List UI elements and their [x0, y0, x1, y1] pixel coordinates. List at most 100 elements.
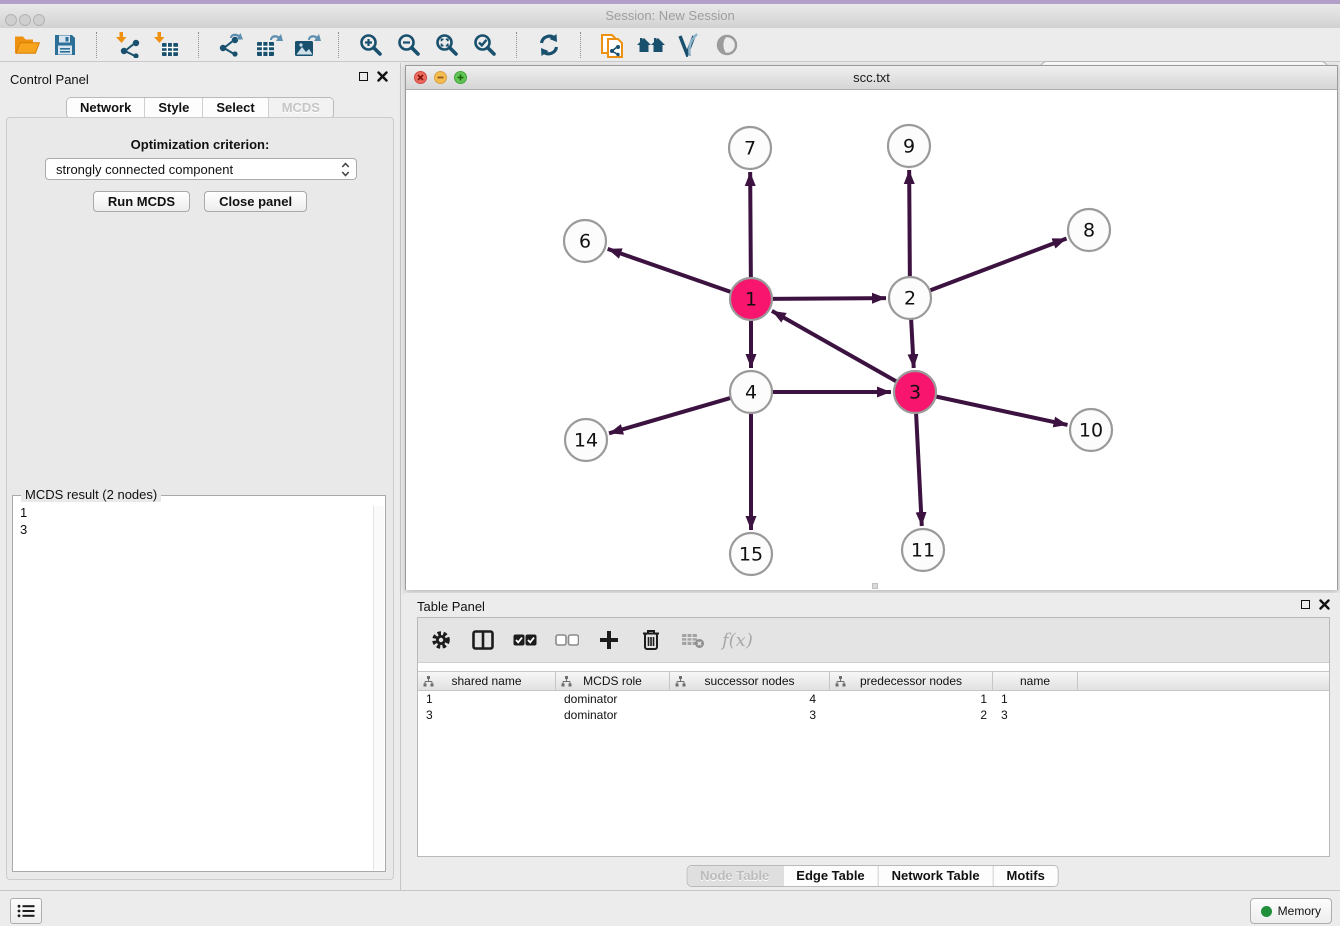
toolbar-separator — [96, 32, 98, 58]
cell-name[interactable]: 1 — [993, 691, 1078, 707]
close-panel-icon[interactable] — [377, 71, 388, 82]
control-panel-title: Control Panel — [10, 72, 89, 87]
tab-network-table[interactable]: Network Table — [878, 866, 993, 886]
export-table-icon[interactable] — [253, 30, 285, 60]
tab-network[interactable]: Network — [67, 98, 144, 118]
table-row[interactable]: 1dominator411 — [418, 691, 1329, 707]
node-label-11: 11 — [911, 540, 935, 562]
mcds-panel: Optimization criterion: strongly connect… — [6, 117, 394, 880]
refresh-icon[interactable] — [533, 30, 565, 60]
edge-4-14[interactable] — [609, 397, 733, 433]
cell-successor-nodes[interactable]: 4 — [670, 691, 830, 707]
close-table-panel-icon[interactable] — [1319, 599, 1330, 610]
node-table-box: f(x) shared nameMCDS rolesuccessor nodes… — [417, 617, 1330, 857]
node-label-2: 2 — [904, 288, 916, 310]
cell-predecessor-nodes[interactable]: 1 — [830, 691, 993, 707]
import-table-icon[interactable] — [151, 30, 183, 60]
node-label-4: 4 — [745, 382, 757, 404]
edge-1-7[interactable] — [750, 172, 751, 280]
zoom-selected-icon[interactable] — [469, 30, 501, 60]
tab-node-table[interactable]: Node Table — [687, 866, 782, 886]
edge-3-11[interactable] — [916, 411, 922, 526]
vizmapper-icon[interactable] — [673, 30, 705, 60]
toolbar-separator — [338, 32, 340, 58]
select-all-columns-icon[interactable] — [512, 627, 538, 653]
deselect-all-columns-icon[interactable] — [554, 627, 580, 653]
cell-name[interactable]: 3 — [993, 707, 1078, 723]
result-item: 3 — [20, 521, 385, 538]
column-header-name[interactable]: name — [993, 672, 1078, 690]
column-header-mcds-role[interactable]: MCDS role — [556, 672, 670, 690]
splitter-handle[interactable] — [872, 583, 878, 589]
node-label-1: 1 — [745, 289, 757, 311]
cell-mcds-role[interactable]: dominator — [556, 707, 670, 723]
tab-motifs[interactable]: Motifs — [993, 866, 1058, 886]
node-label-14: 14 — [574, 430, 598, 452]
table-body: 1dominator4113dominator323 — [418, 691, 1329, 723]
float-panel-icon[interactable] — [359, 72, 368, 81]
hierarchy-icon — [835, 676, 846, 687]
duplicate-network-icon[interactable] — [597, 30, 629, 60]
table-settings-icon[interactable] — [428, 627, 454, 653]
mcds-result-box: MCDS result (2 nodes) 13 — [12, 495, 386, 872]
run-mcds-button[interactable]: Run MCDS — [93, 191, 190, 212]
first-neighbors-icon[interactable] — [635, 30, 667, 60]
delete-column-icon[interactable] — [638, 627, 664, 653]
cell-mcds-role[interactable]: dominator — [556, 691, 670, 707]
float-table-panel-icon[interactable] — [1301, 600, 1310, 609]
tab-mcds[interactable]: MCDS — [268, 98, 333, 118]
memory-status-icon — [1261, 906, 1272, 917]
column-header-shared-name[interactable]: shared name — [418, 672, 556, 690]
column-header-predecessor-nodes[interactable]: predecessor nodes — [830, 672, 993, 690]
save-session-icon[interactable] — [49, 30, 81, 60]
result-scrollbar[interactable] — [373, 506, 384, 870]
edge-2-8[interactable] — [928, 239, 1067, 292]
node-label-9: 9 — [903, 136, 915, 158]
control-panel: Control Panel NetworkStyleSelectMCDS Opt… — [0, 63, 401, 890]
node-label-3: 3 — [909, 382, 921, 404]
network-window-titlebar: scc.txt — [406, 66, 1337, 90]
edge-1-2[interactable] — [770, 298, 886, 299]
edge-1-6[interactable] — [608, 249, 733, 293]
export-image-icon[interactable] — [291, 30, 323, 60]
edge-2-9[interactable] — [909, 170, 910, 279]
toolbar-separator — [198, 32, 200, 58]
edge-2-3[interactable] — [911, 317, 914, 368]
tab-style[interactable]: Style — [144, 98, 202, 118]
list-icon — [17, 904, 35, 918]
edge-3-1[interactable] — [772, 311, 899, 383]
import-network-icon[interactable] — [113, 30, 145, 60]
task-history-button[interactable] — [10, 898, 42, 924]
tab-select[interactable]: Select — [202, 98, 267, 118]
zoom-fit-icon[interactable] — [431, 30, 463, 60]
network-canvas[interactable]: 7968124314101511 — [406, 90, 1337, 590]
mcds-result-label: MCDS result (2 nodes) — [21, 487, 161, 502]
open-session-icon[interactable] — [11, 30, 43, 60]
add-column-icon[interactable] — [596, 627, 622, 653]
network-window-title: scc.txt — [406, 70, 1337, 85]
hide-graphics-icon[interactable] — [711, 30, 743, 60]
criterion-value: strongly connected component — [56, 162, 341, 177]
show-columns-icon[interactable] — [470, 627, 496, 653]
column-header-successor-nodes[interactable]: successor nodes — [670, 672, 830, 690]
criterion-select[interactable]: strongly connected component — [45, 158, 357, 180]
result-item: 1 — [20, 504, 385, 521]
app-title: Session: New Session — [0, 8, 1340, 23]
optimization-label: Optimization criterion: — [7, 137, 393, 152]
zoom-in-icon[interactable] — [355, 30, 387, 60]
edge-3-10[interactable] — [934, 396, 1068, 425]
cell-predecessor-nodes[interactable]: 2 — [830, 707, 993, 723]
tab-edge-table[interactable]: Edge Table — [782, 866, 877, 886]
close-panel-button[interactable]: Close panel — [204, 191, 307, 212]
export-network-icon[interactable] — [215, 30, 247, 60]
table-row[interactable]: 3dominator323 — [418, 707, 1329, 723]
cell-successor-nodes[interactable]: 3 — [670, 707, 830, 723]
node-label-15: 15 — [739, 544, 763, 566]
cell-shared-name[interactable]: 3 — [418, 707, 556, 723]
zoom-out-icon[interactable] — [393, 30, 425, 60]
memory-button[interactable]: Memory — [1250, 898, 1332, 924]
table-panel: Table Panel — [405, 593, 1340, 890]
hierarchy-icon — [561, 676, 572, 687]
table-header: shared nameMCDS rolesuccessor nodesprede… — [418, 671, 1329, 691]
cell-shared-name[interactable]: 1 — [418, 691, 556, 707]
